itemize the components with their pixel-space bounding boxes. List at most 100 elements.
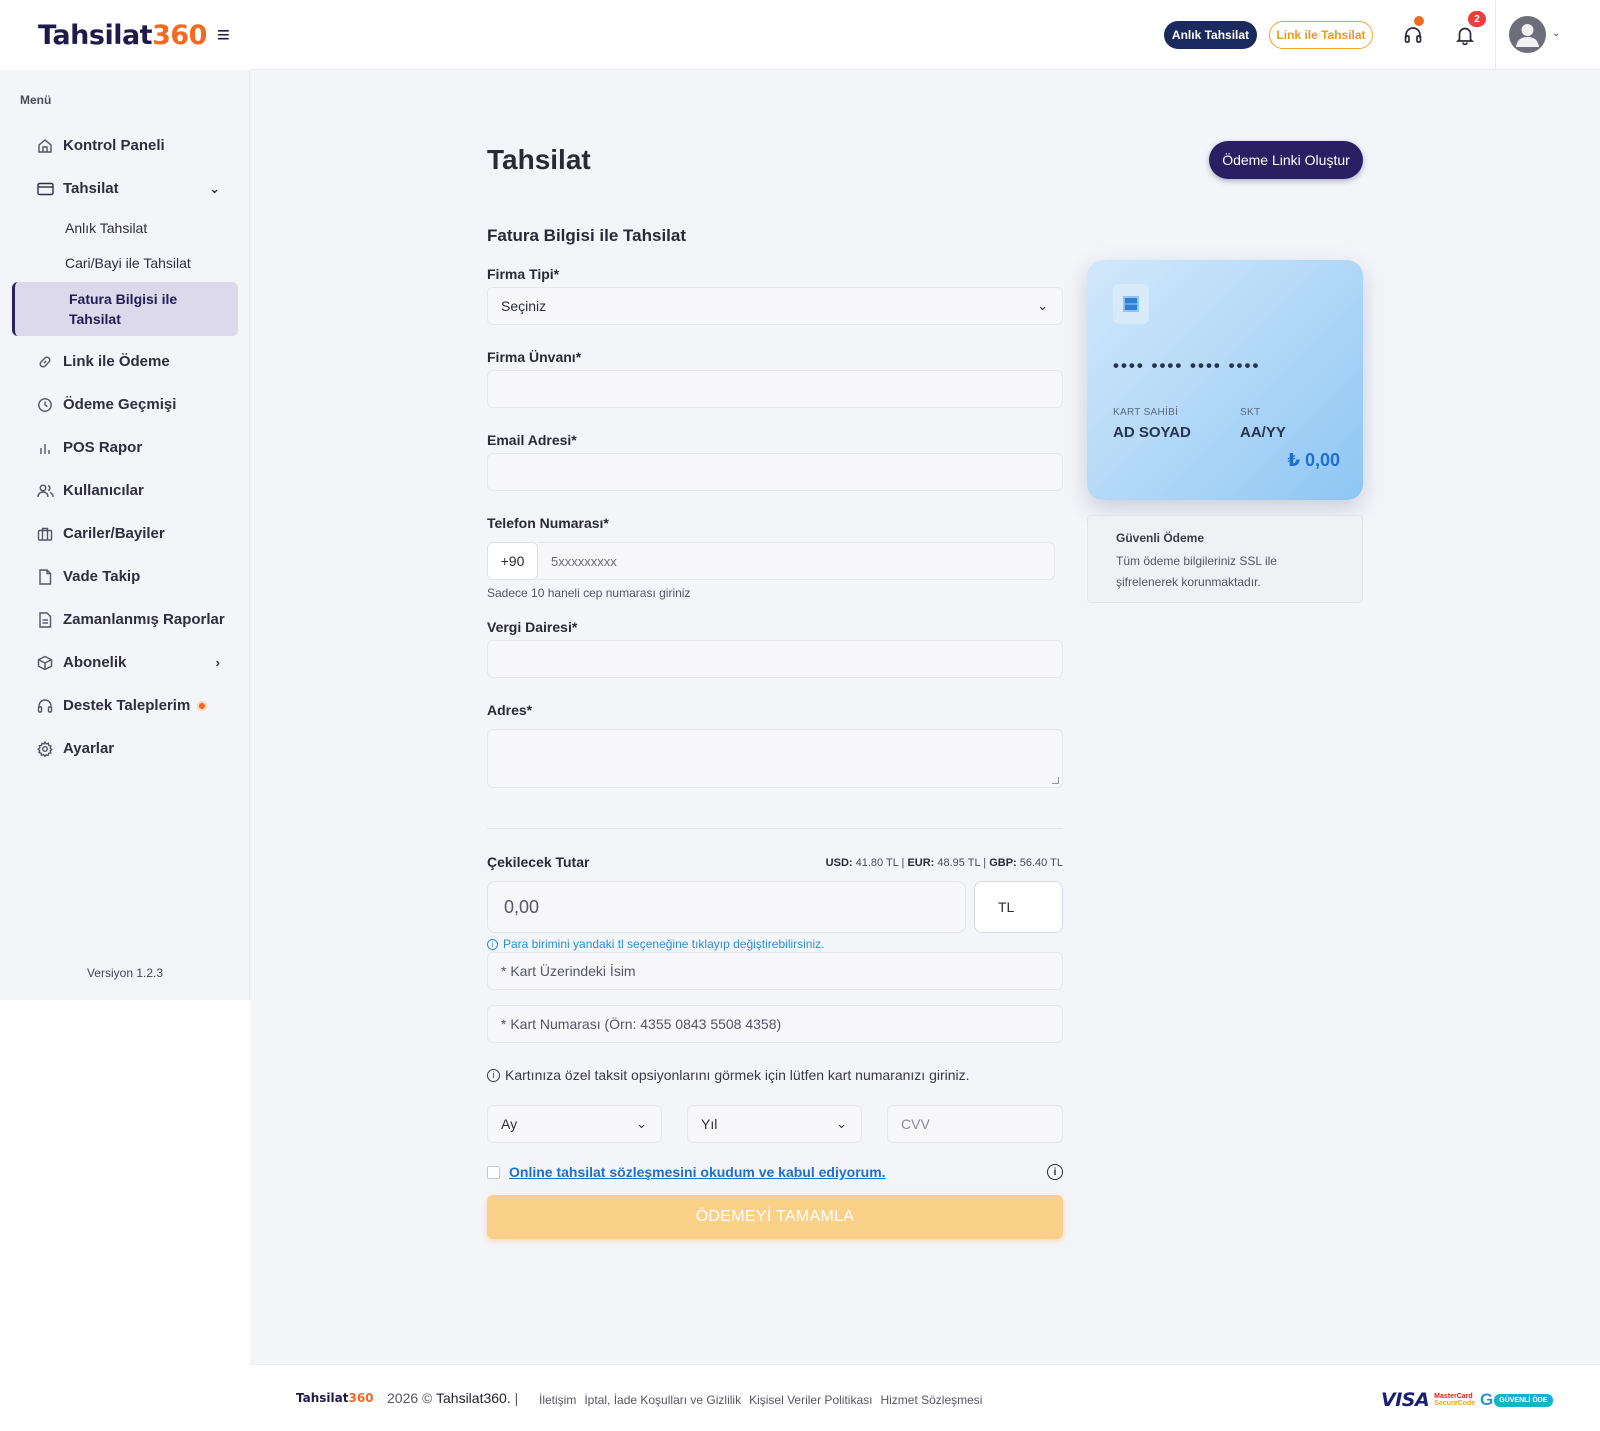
exchange-rates: USD: 41.80 TL | EUR: 48.95 TL | GBP: 56.… — [801, 857, 1063, 869]
card-chip-icon — [1113, 284, 1149, 324]
sidebar-item-zamanlanmis-raporlar[interactable]: Zamanlanmış Raporlar — [0, 598, 250, 641]
sidebar-item-destek-taleplerim[interactable]: Destek Taleplerim — [0, 684, 250, 727]
box-icon — [36, 654, 54, 672]
footer: Tahsilat360 2026 © Tahsilat360. | İletiş… — [250, 1364, 1600, 1431]
installment-hint: i Kartınıza özel taksit opsiyonlarını gö… — [487, 1067, 970, 1083]
footer-link-iletisim[interactable]: İletişim — [539, 1393, 576, 1407]
company-type-select[interactable]: Seçiniz ⌄ — [487, 287, 1063, 325]
headset-icon — [36, 697, 54, 715]
notification-count-badge: 2 — [1468, 11, 1486, 27]
active-subitem-line1: Fatura Bilgisi ile — [69, 290, 178, 307]
section-title: Fatura Bilgisi ile Tahsilat — [487, 226, 687, 245]
sidebar-item-tahsilat[interactable]: Tahsilat ⌄ — [0, 167, 250, 210]
phone-hint: Sadece 10 haneli cep numarası giriniz — [487, 586, 691, 600]
address-textarea[interactable] — [487, 729, 1063, 788]
agreement-link[interactable]: Online tahsilat sözleşmesini okudum ve k… — [509, 1164, 886, 1180]
chevron-right-icon: › — [215, 655, 220, 670]
page-title: Tahsilat — [487, 144, 591, 175]
sidebar-subitem-anlik-tahsilat[interactable]: Anlık Tahsilat — [0, 210, 250, 245]
sidebar-item-kontrol-paneli[interactable]: Kontrol Paneli — [0, 124, 250, 167]
footer-link-kisisel-veriler[interactable]: Kişisel Veriler Politikası — [749, 1393, 872, 1407]
instant-collection-button[interactable]: Anlık Tahsilat — [1164, 21, 1257, 49]
active-subitem-line2: Tahsilat — [69, 311, 121, 327]
card-number-input[interactable]: * Kart Numarası (Örn: 4355 0843 5508 435… — [487, 1005, 1063, 1043]
user-menu-chevron-icon[interactable]: ⌄ — [1552, 28, 1560, 39]
chevron-down-icon: ⌄ — [1037, 298, 1048, 313]
tax-office-label: Vergi Dairesi* — [487, 619, 578, 635]
link-collection-button[interactable]: Link ile Tahsilat — [1269, 21, 1373, 49]
email-input[interactable] — [487, 453, 1063, 491]
sidebar-item-odeme-gecmisi[interactable]: Ödeme Geçmişi — [0, 383, 250, 426]
status-dot — [197, 700, 208, 711]
rate-separator: | — [983, 857, 987, 869]
expiry-year-select[interactable]: Yıl ⌄ — [687, 1105, 862, 1143]
divider — [487, 828, 1063, 829]
support-notification-dot — [1414, 16, 1424, 26]
amount-input[interactable]: 0,00 — [487, 881, 966, 933]
sidebar-subitem-cari-bayi-tahsilat[interactable]: Cari/Bayi ile Tahsilat — [0, 245, 250, 280]
expiry-month-select[interactable]: Ay ⌄ — [487, 1105, 662, 1143]
version-text: Versiyon 1.2.3 — [86, 966, 164, 980]
expiry-year-value: Yıl — [701, 1116, 718, 1132]
bar-chart-icon — [36, 439, 54, 457]
topbar-divider — [1495, 0, 1496, 70]
hamburger-menu-icon[interactable]: ≡ — [217, 24, 230, 46]
complete-payment-button[interactable]: ÖDEMEYİ TAMAMLA — [487, 1195, 1063, 1239]
sidebar: Tahsilat 360 ≡ Menü Kontrol Paneli Tahsil… — [0, 0, 250, 1000]
card-preview: •••• •••• •••• •••• KART SAHİBİ AD SOYAD… — [1087, 260, 1363, 500]
eur-rate: 48.95 TL — [937, 857, 981, 869]
resize-handle-icon[interactable] — [1052, 777, 1059, 784]
phone-country-code[interactable]: +90 — [487, 542, 538, 580]
cvv-input[interactable]: CVV — [887, 1105, 1063, 1143]
sidebar-item-ayarlar[interactable]: Ayarlar — [0, 727, 250, 770]
agreement-checkbox[interactable] — [487, 1165, 500, 1179]
sidebar-item-pos-rapor[interactable]: POS Rapor — [0, 426, 250, 469]
sidebar-item-vade-takip[interactable]: Vade Takip — [0, 555, 250, 598]
create-payment-link-button[interactable]: Ödeme Linki Oluştur — [1209, 141, 1363, 179]
mastercard-securecode-logo: MasterCard SecureCode — [1434, 1393, 1475, 1408]
sidebar-item-kullanicilar[interactable]: Kullanıcılar — [0, 469, 250, 512]
sidebar-nav: Kontrol Paneli Tahsilat ⌄ Anlık Tahsilat… — [0, 124, 250, 770]
currency-select-button[interactable]: TL — [974, 881, 1063, 933]
card-expiry-value: AA/YY — [1240, 424, 1286, 441]
card-holder-input[interactable]: * Kart Üzerindeki İsim — [487, 952, 1063, 990]
chevron-down-icon: ⌄ — [209, 180, 220, 196]
agreement-row: Online tahsilat sözleşmesini okudum ve k… — [487, 1162, 1063, 1182]
sidebar-item-label: Tahsilat — [63, 180, 119, 197]
sidebar-item-label: Destek Taleplerim — [63, 697, 191, 714]
sidebar-item-link-ile-odeme[interactable]: Link ile Ödeme — [0, 340, 250, 383]
info-icon[interactable]: i — [1047, 1164, 1063, 1180]
sidebar-item-label: Cariler/Bayiler — [63, 525, 165, 542]
securecode-text: SecureCode — [1434, 1400, 1476, 1407]
sidebar-item-abonelik[interactable]: Abonelik › — [0, 641, 250, 684]
avatar[interactable] — [1509, 16, 1546, 53]
sidebar-item-cariler-bayiler[interactable]: Cariler/Bayiler — [0, 512, 250, 555]
phone-input[interactable]: 5xxxxxxxxx — [538, 542, 1055, 580]
gbp-rate-label: GBP: — [989, 857, 1017, 869]
sidebar-subitem-fatura-bilgisi-tahsilat[interactable]: Fatura Bilgisi ile Tahsilat — [12, 282, 238, 336]
notifications-button[interactable]: 2 — [1452, 11, 1486, 48]
currency-hint: i Para birimini yandaki tl seçeneğine tı… — [487, 937, 824, 951]
company-name-label: Firma Ünvanı* — [487, 349, 582, 365]
sidebar-item-label: Zamanlanmış Raporlar — [63, 611, 225, 628]
tax-office-input[interactable] — [487, 640, 1063, 678]
brand-logo[interactable]: Tahsilat 360 — [38, 20, 207, 51]
card-holder-value: AD SOYAD — [1113, 424, 1191, 441]
card-expiry-label: SKT — [1240, 407, 1261, 418]
footer-logo[interactable]: Tahsilat360 — [296, 1391, 374, 1405]
logo-text: Tahsilat — [38, 19, 153, 51]
chevron-down-icon: ⌄ — [836, 1116, 847, 1131]
footer-link-hizmet-sozlesmesi[interactable]: Hizmet Sözleşmesi — [880, 1393, 982, 1407]
info-icon: i — [487, 1068, 500, 1082]
support-headset-button[interactable] — [1400, 16, 1426, 48]
company-name-input[interactable] — [487, 370, 1063, 408]
footer-link-iptal-iade[interactable]: İptal, İade Koşulları ve Gizlilik — [584, 1393, 741, 1407]
installment-hint-text: Kartınıza özel taksit opsiyonlarını görm… — [505, 1067, 970, 1083]
amount-label: Çekilecek Tutar — [487, 854, 590, 870]
eur-rate-label: EUR: — [907, 857, 935, 869]
report-icon — [36, 611, 54, 629]
expiry-month-value: Ay — [501, 1116, 518, 1132]
payment-logos: VISA MasterCard SecureCode G GÜVENLİ ÖDE — [1381, 1389, 1553, 1411]
footer-logo-number: 360 — [348, 1391, 374, 1405]
phone-field: +90 5xxxxxxxxx — [487, 542, 1055, 580]
